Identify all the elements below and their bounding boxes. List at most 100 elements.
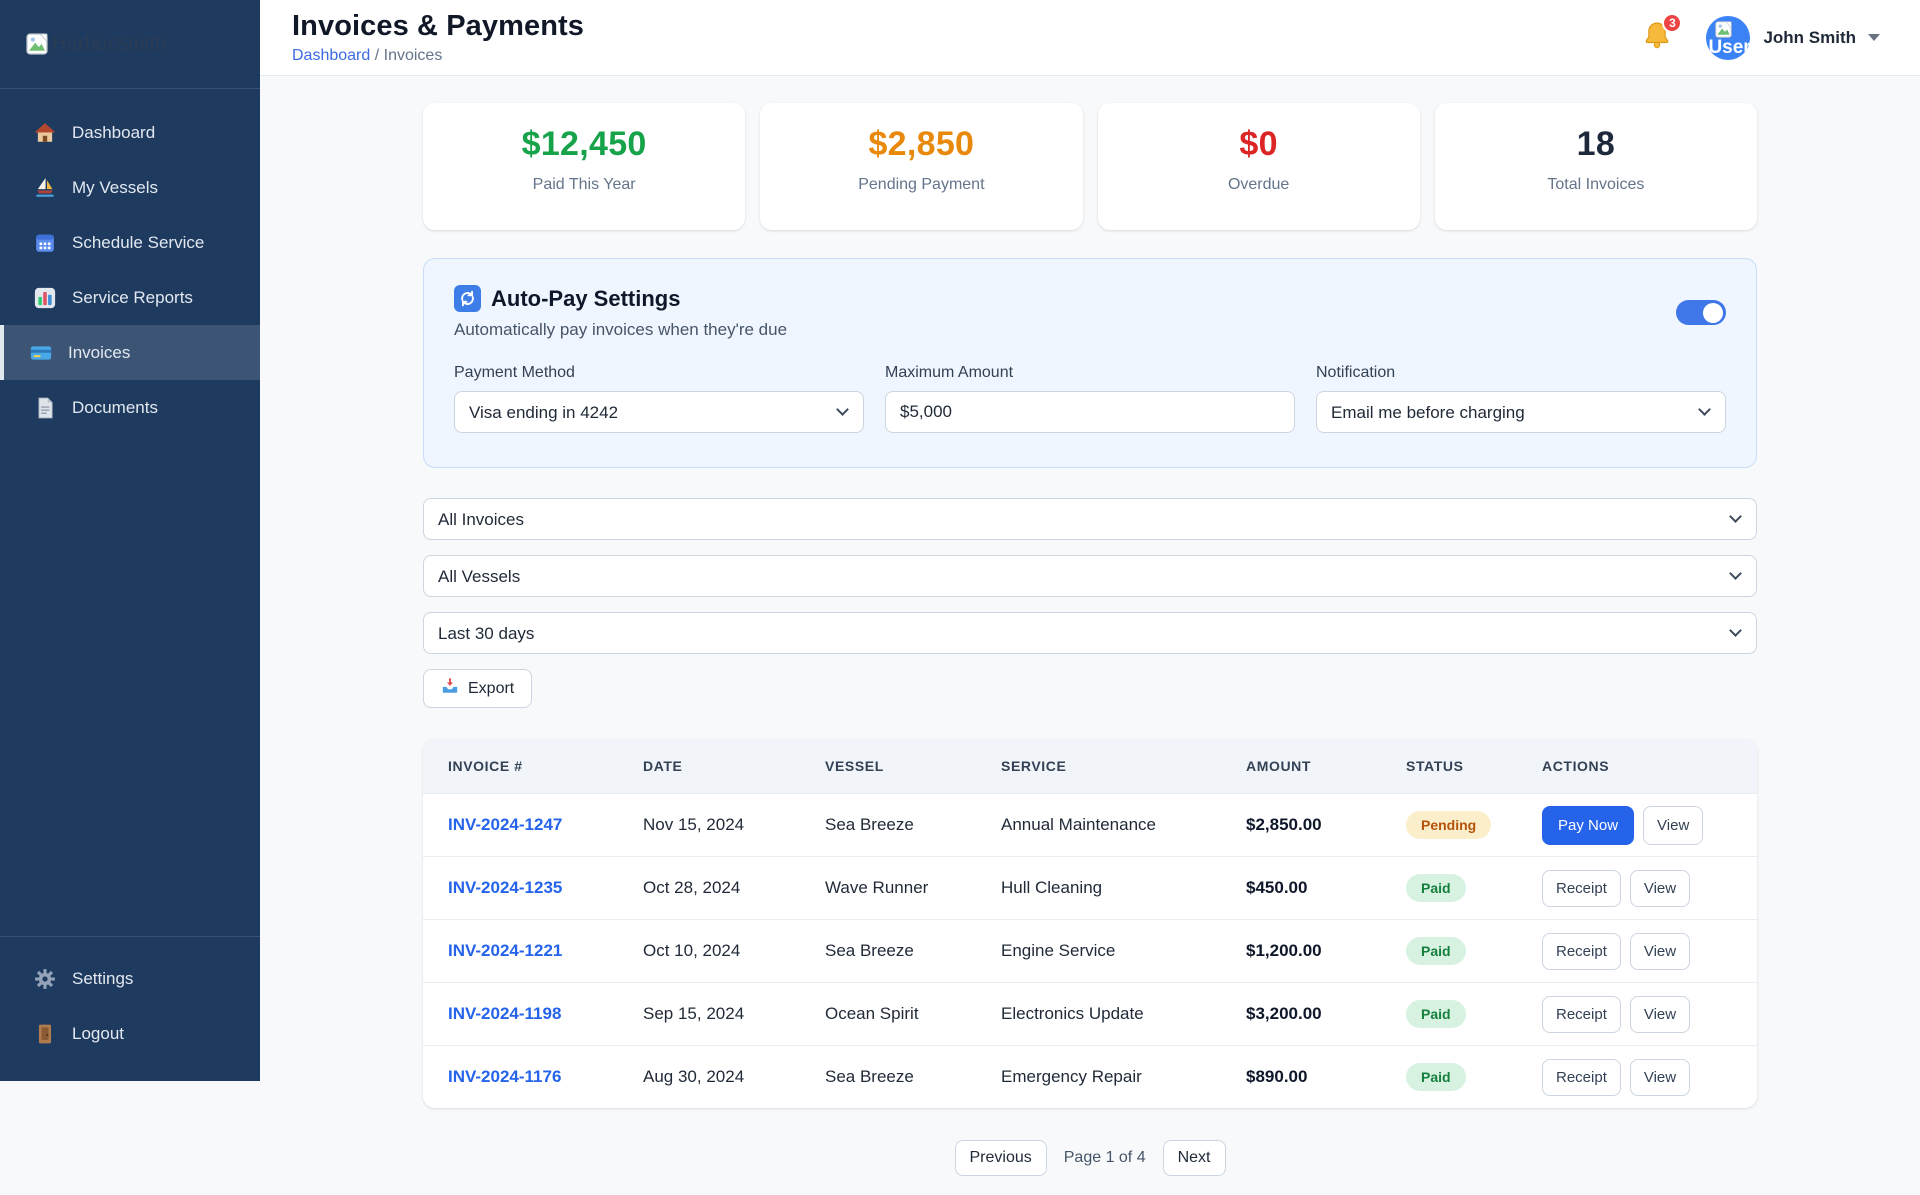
stat-label: Overdue: [1227, 176, 1290, 193]
view-button[interactable]: View: [1629, 1058, 1691, 1096]
sidebar-item-dashboard[interactable]: Dashboard: [0, 105, 260, 160]
autopay-subtitle: Automatically pay invoices when they're …: [454, 320, 788, 339]
vessel-filter[interactable]: All Vessels: [423, 555, 1757, 597]
invoice-amount: $3,200.00: [1246, 1004, 1322, 1023]
maximum-amount-field: Maximum Amount: [885, 364, 1295, 433]
column-header-actions: ACTIONS: [1542, 758, 1610, 774]
receipt-button[interactable]: Receipt: [1542, 1058, 1621, 1096]
sidebar-item-label: Logout: [72, 1023, 124, 1043]
invoice-date: Sep 15, 2024: [643, 1004, 745, 1023]
maximum-amount-input[interactable]: [885, 391, 1295, 433]
autopay-toggle[interactable]: [1676, 300, 1726, 325]
invoice-link[interactable]: INV-2024-1235: [448, 878, 562, 897]
user-name[interactable]: John Smith: [1763, 28, 1856, 48]
receipt-button[interactable]: Receipt: [1542, 869, 1621, 907]
maximum-amount-label: Maximum Amount: [885, 364, 1014, 381]
invoice-vessel: Ocean Spirit: [825, 1004, 919, 1023]
app-logo[interactable]: HarborSmith: [0, 0, 260, 89]
table-row: INV-2024-1247 Nov 15, 2024 Sea Breeze An…: [423, 793, 1757, 856]
autopay-title: Auto-Pay Settings: [491, 285, 681, 311]
top-right-controls: 3 User John Smith: [1642, 13, 1880, 60]
sidebar-item-logout[interactable]: Logout: [0, 1006, 260, 1061]
date-range-filter[interactable]: Last 30 days: [423, 612, 1757, 654]
chevron-down-icon[interactable]: [1868, 34, 1880, 41]
invoice-date: Aug 30, 2024: [643, 1067, 745, 1086]
main-content: $12,450 Paid This Year $2,850 Pending Payme…: [260, 76, 1920, 1195]
door-icon: [32, 1021, 58, 1047]
view-button[interactable]: View: [1629, 995, 1691, 1033]
page-head: Invoices & Payments Dashboard / Invoices: [292, 10, 584, 65]
stat-label: Pending Payment: [858, 176, 985, 193]
bell-icon: [1642, 22, 1672, 54]
breadcrumb-separator: /: [374, 47, 384, 64]
previous-page-button[interactable]: Previous: [954, 1140, 1047, 1176]
notification-select[interactable]: Email me before charging: [1316, 391, 1726, 433]
sidebar-item-settings[interactable]: Settings: [0, 951, 260, 1006]
invoice-vessel: Sea Breeze: [825, 1067, 914, 1086]
sidebar-item-label: Invoices: [68, 342, 131, 362]
invoice-amount: $1,200.00: [1246, 941, 1322, 960]
invoice-link[interactable]: INV-2024-1198: [448, 1004, 561, 1023]
sidebar-item-label: My Vessels: [72, 177, 158, 197]
invoice-service: Engine Service: [1001, 941, 1116, 960]
column-header-status: STATUS: [1406, 758, 1464, 774]
notification-field: Notification Email me before charging: [1316, 364, 1726, 433]
next-page-button[interactable]: Next: [1162, 1140, 1226, 1176]
app-logo-text: HarborSmith: [52, 32, 167, 55]
payment-method-select[interactable]: Visa ending in 4242: [454, 391, 864, 433]
invoice-link[interactable]: INV-2024-1247: [448, 815, 562, 834]
sidebar-item-my-vessels[interactable]: My Vessels: [0, 160, 260, 215]
stats-row: $12,450 Paid This Year $2,850 Pending Payme…: [423, 103, 1757, 230]
inbox-tray-icon: [441, 677, 459, 700]
sidebar-footer: Settings Logout: [0, 936, 260, 1081]
sidebar-item-documents[interactable]: Documents: [0, 380, 260, 435]
view-button[interactable]: View: [1629, 932, 1691, 970]
status-badge: Paid: [1406, 937, 1466, 965]
invoice-date: Oct 28, 2024: [643, 878, 741, 897]
export-button[interactable]: Export: [423, 669, 533, 708]
autopay-panel: Auto-Pay Settings Automatically pay invo…: [423, 258, 1757, 468]
view-button[interactable]: View: [1629, 869, 1691, 907]
view-button[interactable]: View: [1643, 805, 1704, 845]
status-badge: Paid: [1406, 874, 1466, 902]
pay-now-button[interactable]: Pay Now: [1542, 805, 1635, 845]
row-actions: Receipt View: [1542, 995, 1732, 1033]
credit-card-icon: [28, 340, 54, 366]
invoice-vessel: Sea Breeze: [825, 815, 914, 834]
receipt-button[interactable]: Receipt: [1542, 995, 1621, 1033]
sidebar-item-label: Settings: [72, 968, 134, 988]
stat-value: $0: [1239, 125, 1278, 163]
invoice-date: Nov 15, 2024: [643, 815, 745, 834]
breadcrumb-current: Invoices: [383, 47, 443, 64]
stat-card-overdue: $0 Overdue: [1097, 103, 1420, 230]
breadcrumb-dashboard-link[interactable]: Dashboard: [292, 47, 370, 64]
stat-card-total-invoices: 18 Total Invoices: [1434, 103, 1757, 230]
notifications-button[interactable]: 3: [1642, 13, 1683, 55]
table-header-row: INVOICE # DATE VESSEL SERVICE AMOUNT STATUS AC…: [423, 739, 1757, 793]
sidebar-item-invoices[interactable]: Invoices: [0, 325, 260, 380]
table-row: INV-2024-1198 Sep 15, 2024 Ocean Spirit …: [423, 982, 1757, 1045]
invoice-service: Electronics Update: [1001, 1004, 1144, 1023]
invoice-link[interactable]: INV-2024-1221: [448, 941, 562, 960]
sidebar-item-service-reports[interactable]: Service Reports: [0, 270, 260, 325]
sailboat-icon: [32, 175, 58, 201]
top-bar: Invoices & Payments Dashboard / Invoices…: [260, 0, 1920, 76]
invoice-amount: $450.00: [1246, 878, 1308, 897]
sidebar-item-schedule-service[interactable]: Schedule Service: [0, 215, 260, 270]
invoice-amount: $890.00: [1246, 1067, 1308, 1086]
invoice-status-filter[interactable]: All Invoices: [423, 498, 1757, 540]
payment-method-field: Payment Method Visa ending in 4242: [454, 364, 864, 433]
status-badge: Paid: [1406, 1063, 1466, 1091]
page-info: Page 1 of 4: [1063, 1149, 1146, 1166]
row-actions: Receipt View: [1542, 869, 1732, 907]
row-actions: Pay Now View: [1542, 805, 1732, 845]
invoice-link[interactable]: INV-2024-1176: [448, 1067, 561, 1086]
status-badge: Pending: [1406, 811, 1492, 839]
stat-label: Paid This Year: [532, 176, 636, 193]
receipt-button[interactable]: Receipt: [1542, 932, 1621, 970]
invoice-service: Hull Cleaning: [1001, 878, 1103, 897]
avatar[interactable]: User: [1706, 15, 1751, 60]
sidebar: HarborSmith Dashboard My Vessels Schedul…: [0, 0, 260, 1081]
broken-image-icon: [26, 33, 48, 55]
column-header-invoice: INVOICE #: [448, 758, 523, 774]
